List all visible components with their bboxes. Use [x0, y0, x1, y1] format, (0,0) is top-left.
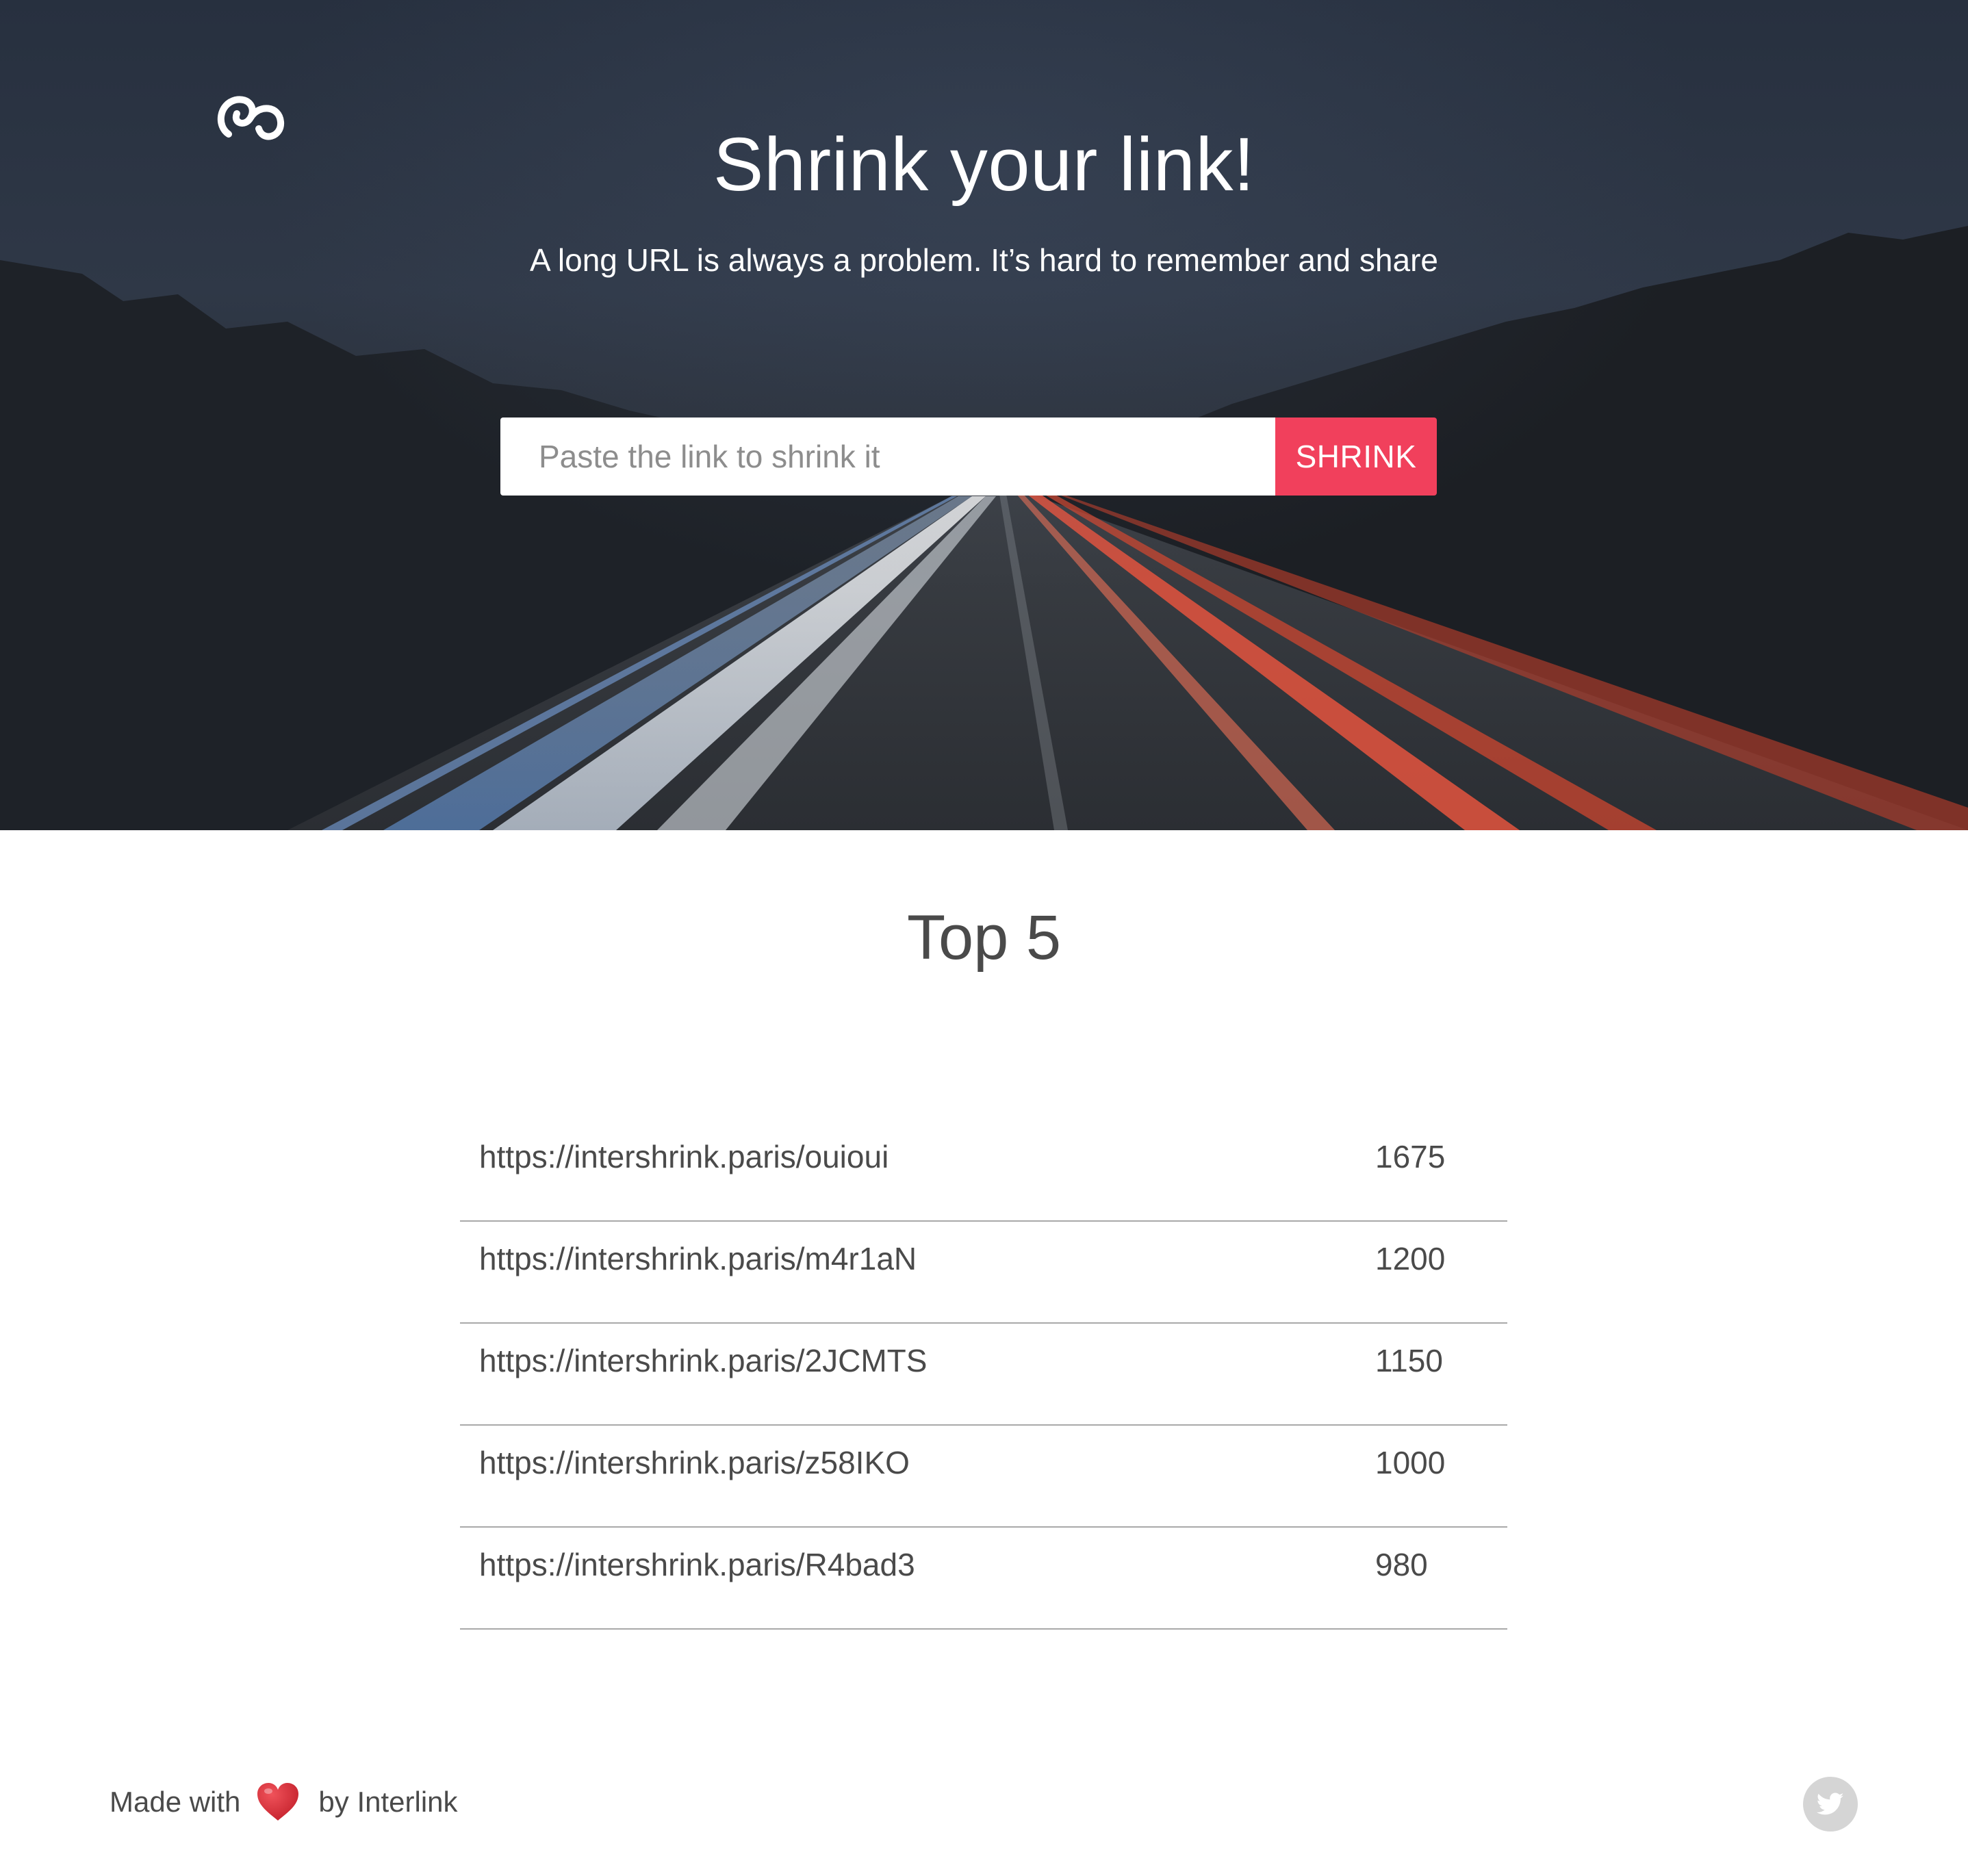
shrink-form: SHRINK	[500, 417, 1437, 496]
top-link-row: https://intershrink.paris/z58IKO 1000	[460, 1426, 1507, 1528]
twitter-icon	[1817, 1793, 1844, 1815]
top-links-title: Top 5	[906, 903, 1062, 973]
short-link[interactable]: https://intershrink.paris/m4r1aN	[479, 1238, 917, 1279]
by-interlink-text: by Interlink	[318, 1786, 458, 1818]
top-link-row: https://intershrink.paris/m4r1aN 1200	[460, 1222, 1507, 1324]
hero-banner: Shrink your link! A long URL is always a…	[0, 0, 1968, 830]
short-link[interactable]: https://intershrink.paris/R4bad3	[479, 1544, 915, 1585]
top-link-row: https://intershrink.paris/2JCMTS 1150	[460, 1324, 1507, 1426]
hero-title: Shrink your link!	[713, 123, 1255, 207]
click-count: 1200	[1375, 1241, 1446, 1276]
short-link[interactable]: https://intershrink.paris/ouioui	[479, 1136, 889, 1177]
hero-subtitle: A long URL is always a problem. It’s har…	[530, 242, 1438, 278]
short-link[interactable]: https://intershrink.paris/z58IKO	[479, 1442, 910, 1483]
top-links-list: https://intershrink.paris/ouioui 1675 ht…	[460, 1120, 1507, 1630]
top-link-row: https://intershrink.paris/ouioui 1675	[460, 1120, 1507, 1222]
click-count: 1000	[1375, 1445, 1446, 1480]
heart-icon	[255, 1781, 301, 1823]
top-link-row: https://intershrink.paris/R4bad3 980	[460, 1528, 1507, 1630]
footer-credit: Made with by Interlink	[110, 1778, 458, 1826]
link-input[interactable]	[500, 417, 1275, 496]
twitter-button[interactable]	[1803, 1777, 1858, 1832]
made-with-text: Made with	[110, 1786, 241, 1818]
shrink-button[interactable]: SHRINK	[1275, 417, 1437, 496]
click-count: 1150	[1375, 1343, 1443, 1378]
short-link[interactable]: https://intershrink.paris/2JCMTS	[479, 1340, 927, 1381]
click-count: 1675	[1375, 1139, 1446, 1174]
click-count: 980	[1375, 1547, 1428, 1582]
